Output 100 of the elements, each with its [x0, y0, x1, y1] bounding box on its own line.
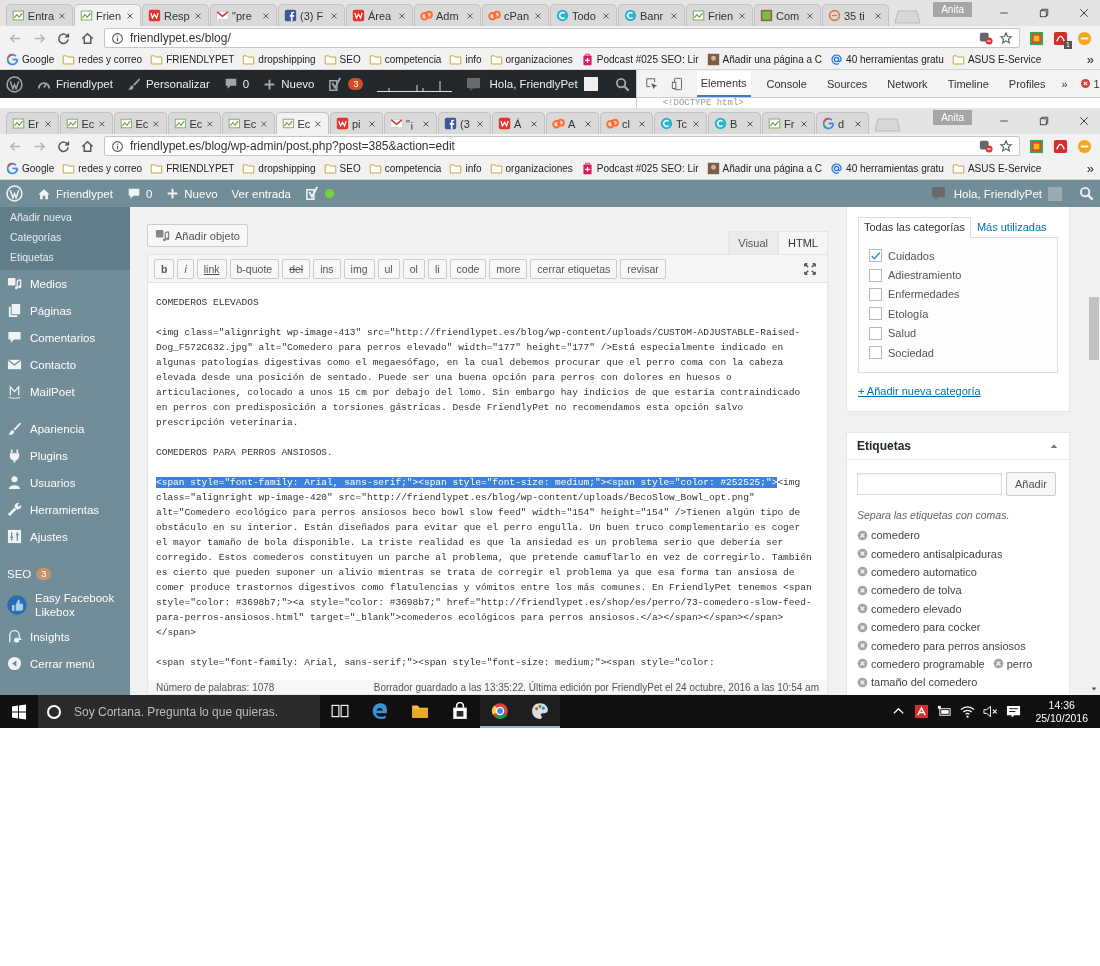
bookmark-item[interactable]: competencia	[368, 162, 442, 175]
format-button[interactable]: ol	[402, 258, 425, 279]
browser-tab[interactable]: "¡	[384, 112, 437, 134]
close-icon[interactable]	[261, 10, 271, 21]
close-icon[interactable]	[125, 10, 135, 21]
bookmark-item[interactable]: Añadir una página a C	[706, 53, 823, 66]
y-logo-icon[interactable]	[328, 76, 344, 92]
blocked-popup-icon[interactable]	[979, 139, 993, 153]
extension-icon[interactable]	[1029, 138, 1044, 154]
address-bar[interactable]: friendlypet.es/blog/wp-admin/post.php?post=385&action=edit	[104, 136, 1020, 156]
close-icon[interactable]	[57, 10, 67, 21]
bookmark-item[interactable]: Podcast #025 SEO: Lir	[580, 53, 699, 66]
browser-tab[interactable]: Tc	[654, 112, 707, 134]
browser-tab[interactable]: B	[708, 112, 761, 134]
browser-tab[interactable]: Banr	[618, 4, 685, 26]
browser-tab[interactable]: d	[816, 112, 869, 134]
inspect-element-icon[interactable]	[644, 76, 659, 91]
close-icon[interactable]	[529, 118, 539, 129]
submenu-item[interactable]: Añadir nueva	[0, 207, 130, 227]
category-tab[interactable]: Más utilizadas	[970, 217, 1053, 237]
battery-icon[interactable]	[937, 704, 953, 719]
devtools-tab[interactable]: Sources	[822, 71, 872, 96]
close-icon[interactable]	[1078, 7, 1090, 19]
bookmark-item[interactable]: SEO	[323, 53, 361, 66]
browser-tab[interactable]: Ec	[168, 112, 221, 134]
checkbox[interactable]	[869, 326, 882, 340]
close-icon[interactable]	[259, 118, 269, 129]
browser-tab[interactable]: "pre	[210, 4, 277, 26]
bookmark-item[interactable]: redes y correo	[62, 53, 143, 66]
close-icon[interactable]	[691, 118, 701, 129]
star-icon[interactable]	[999, 139, 1013, 153]
extension-icon[interactable]	[1029, 30, 1044, 46]
bookmark-item[interactable]: organizaciones	[489, 162, 573, 175]
close-icon[interactable]	[669, 10, 679, 21]
browser-tab[interactable]: Adm	[414, 4, 481, 26]
bookmark-item[interactable]: Podcast #025 SEO: Lir	[580, 162, 699, 175]
category-tab[interactable]: Todas las categorías	[858, 217, 971, 238]
browser-tab[interactable]: Fr	[762, 112, 815, 134]
devtools-tab[interactable]: Timeline	[943, 71, 993, 96]
format-button[interactable]: i	[177, 258, 194, 279]
browser-e-icon[interactable]	[371, 701, 389, 720]
browser-tab[interactable]: Ec	[222, 112, 275, 134]
close-icon[interactable]	[421, 118, 431, 129]
bookmark-item[interactable]: ASUS E-Service	[951, 53, 1042, 66]
close-icon[interactable]	[465, 10, 475, 21]
notification-icon[interactable]	[1006, 704, 1022, 719]
browser-tab[interactable]: Área	[346, 4, 413, 26]
error-count[interactable]: 1	[1093, 77, 1100, 90]
more-tabs-button[interactable]: »	[1061, 77, 1068, 90]
format-button[interactable]: del	[282, 258, 311, 279]
submenu-item[interactable]: Categorías	[0, 227, 130, 247]
sidebar-menu-item[interactable]: Apariencia	[0, 415, 130, 442]
close-icon[interactable]	[397, 10, 407, 21]
browser-tab[interactable]: Resp	[142, 4, 209, 26]
editor-tab[interactable]: Visual	[728, 231, 779, 254]
bookmark-item[interactable]: redes y correo	[62, 162, 143, 175]
format-button[interactable]: b-quote	[229, 258, 280, 279]
device-icon[interactable]	[670, 76, 685, 91]
site-name-link[interactable]: Friendlypet	[37, 186, 113, 201]
close-icon[interactable]	[43, 118, 53, 129]
devtools-tab[interactable]: Console	[762, 71, 811, 96]
bookmark-item[interactable]: ASUS E-Service	[951, 162, 1042, 175]
sidebar-menu-item[interactable]: Herramientas	[0, 496, 130, 523]
tag-input-field[interactable]	[857, 473, 1002, 495]
sidebar-menu-item[interactable]: MailPoet	[0, 378, 130, 405]
close-icon[interactable]	[601, 10, 611, 21]
sidebar-menu-item[interactable]: SEO 3	[0, 560, 130, 587]
browser-tab[interactable]: cl	[600, 112, 653, 134]
sidebar-menu-item[interactable]: Medios	[0, 270, 130, 297]
close-icon[interactable]	[533, 10, 543, 21]
scroll-down-arrow-icon[interactable]	[1090, 685, 1098, 693]
add-tag-button[interactable]: Añadir	[1006, 472, 1056, 496]
scroll-thumb[interactable]	[1089, 297, 1099, 360]
antivirus-icon[interactable]	[914, 704, 930, 719]
windows-logo-icon[interactable]	[11, 703, 27, 720]
clock-date[interactable]: 25/10/2016	[1035, 711, 1088, 725]
format-button[interactable]: img	[343, 258, 375, 279]
star-icon[interactable]	[999, 31, 1013, 45]
close-icon[interactable]	[193, 10, 203, 21]
search-icon[interactable]	[614, 76, 630, 92]
new-content-link[interactable]: Nuevo	[166, 187, 218, 200]
close-icon[interactable]	[475, 118, 485, 129]
home-icon[interactable]	[80, 138, 95, 154]
comments-link[interactable]: 0	[223, 77, 250, 91]
format-button[interactable]: b	[154, 258, 175, 279]
site-name-link[interactable]: Friendlypet	[37, 77, 113, 91]
bookmark-item[interactable]: Google	[6, 53, 55, 66]
sidebar-menu-item[interactable]: Plugins	[0, 442, 130, 469]
close-icon[interactable]	[873, 10, 883, 21]
format-button[interactable]: ins	[313, 258, 341, 279]
add-category-link[interactable]: + Añadir nueva categoría	[858, 385, 981, 397]
restore-icon[interactable]	[1038, 7, 1050, 19]
extension-icon[interactable]	[1053, 138, 1068, 154]
bookmark-item[interactable]: dropshipping	[242, 162, 316, 175]
search-icon[interactable]	[1079, 186, 1094, 201]
bookmark-item[interactable]: 40 herramientas gratu	[830, 162, 944, 175]
paint-palette-icon[interactable]	[531, 701, 549, 720]
sidebar-menu-item[interactable]: Usuarios	[0, 469, 130, 496]
checkbox[interactable]	[869, 268, 882, 282]
logo-icon[interactable]	[6, 75, 23, 93]
